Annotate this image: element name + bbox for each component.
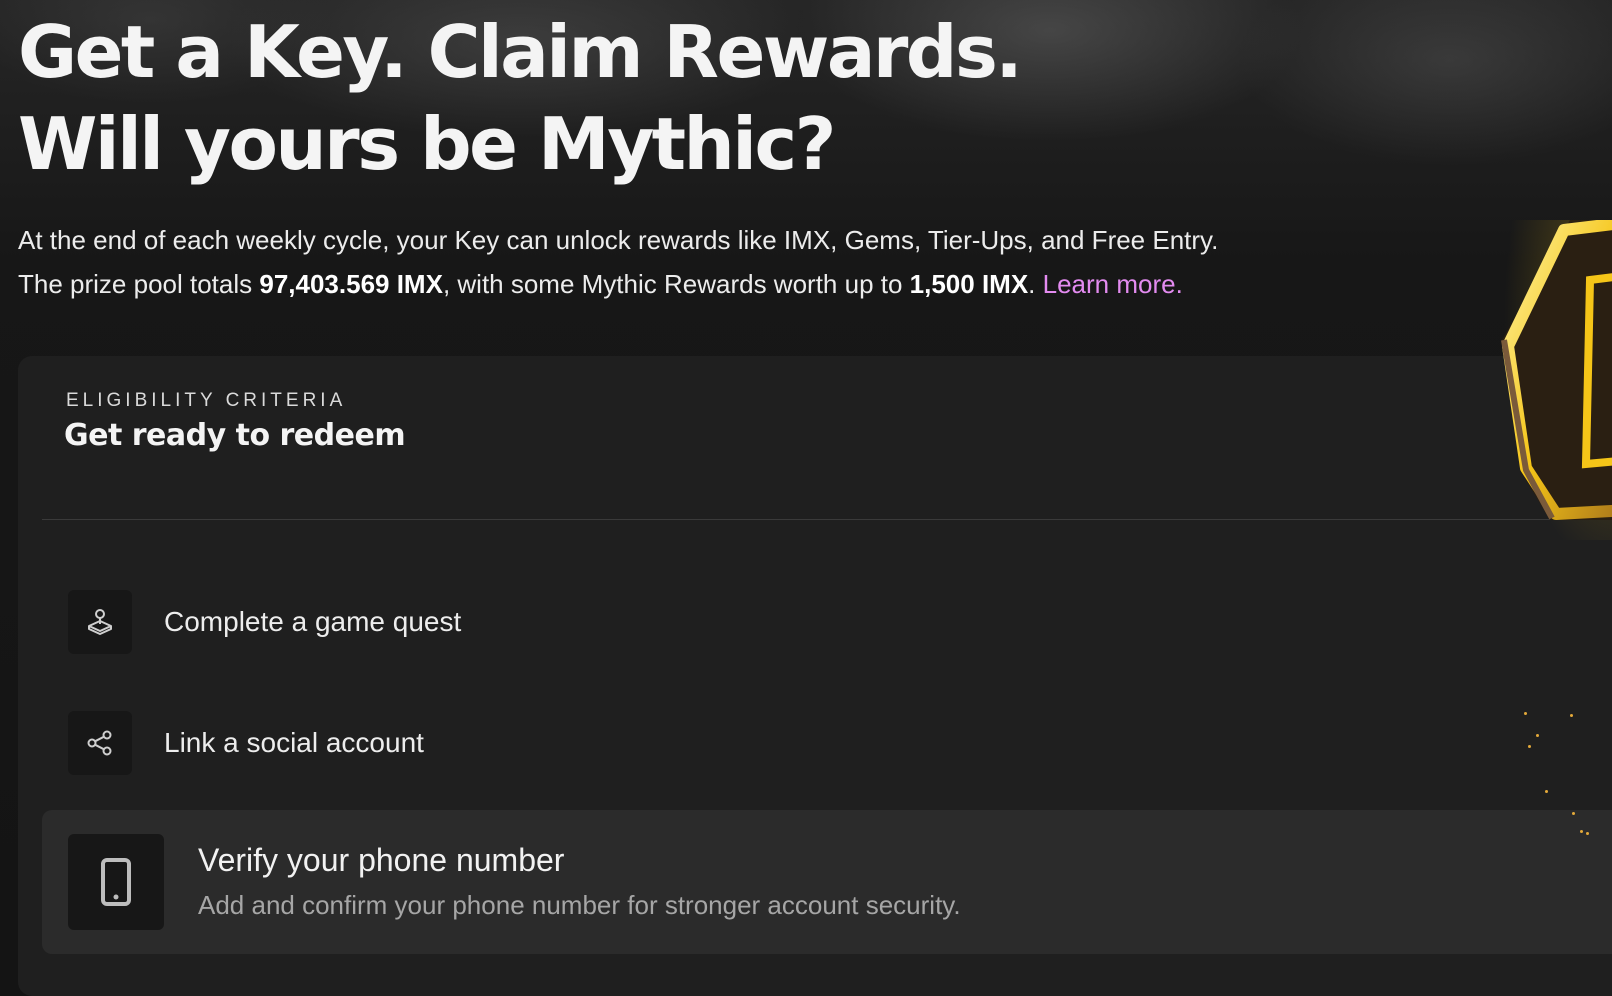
step-label: Link a social account (164, 727, 424, 758)
spark-particle (1580, 830, 1583, 833)
hero-title-line-1: Get a Key. Claim Rewards. (18, 10, 1023, 94)
step-social-account[interactable]: Link a social account (68, 711, 424, 775)
spark-particle (1572, 812, 1575, 815)
eligibility-title: Get ready to redeem (64, 418, 406, 453)
key-illustration (1490, 213, 1612, 540)
step-verify-phone-description: Add and confirm your phone number for st… (198, 890, 961, 920)
step-verify-phone[interactable]: Verify your phone number Add and confirm… (42, 810, 1612, 954)
prize-pool-amount: 97,403.569 IMX (259, 269, 443, 299)
share-icon (68, 711, 132, 775)
spark-particle (1524, 712, 1527, 715)
step-game-quest[interactable]: Complete a game quest (68, 590, 461, 654)
hero-description: At the end of each weekly cycle, your Ke… (18, 218, 1518, 306)
phone-icon (68, 834, 164, 930)
step-label: Complete a game quest (164, 606, 462, 637)
desc-prefix: The prize pool totals (18, 269, 260, 299)
joystick-icon (68, 590, 132, 654)
hero-desc-line-1: At the end of each weekly cycle, your Ke… (18, 225, 1219, 255)
desc-suffix: . (1028, 269, 1036, 299)
spark-particle (1528, 745, 1531, 748)
learn-more-link[interactable]: Learn more. (1043, 269, 1183, 299)
spark-particle (1586, 832, 1589, 835)
divider (42, 519, 1612, 520)
eligibility-eyebrow: ELIGIBILITY CRITERIA (66, 390, 347, 411)
hero-title: Get a Key. Claim Rewards. Will yours be … (18, 6, 1023, 190)
spark-particle (1570, 714, 1573, 717)
spark-particle (1536, 734, 1539, 737)
eligibility-card: ELIGIBILITY CRITERIA Get ready to redeem… (18, 356, 1612, 996)
hero-title-line-2: Will yours be Mythic? (18, 102, 836, 186)
desc-middle: , with some Mythic Rewards worth up to (442, 269, 910, 299)
mythic-max-amount: 1,500 IMX (909, 269, 1029, 299)
spark-particle (1545, 790, 1548, 793)
step-verify-phone-title: Verify your phone number (198, 842, 565, 878)
hero-desc-line-2: The prize pool totals 97,403.569 IMX, wi… (18, 262, 1518, 306)
